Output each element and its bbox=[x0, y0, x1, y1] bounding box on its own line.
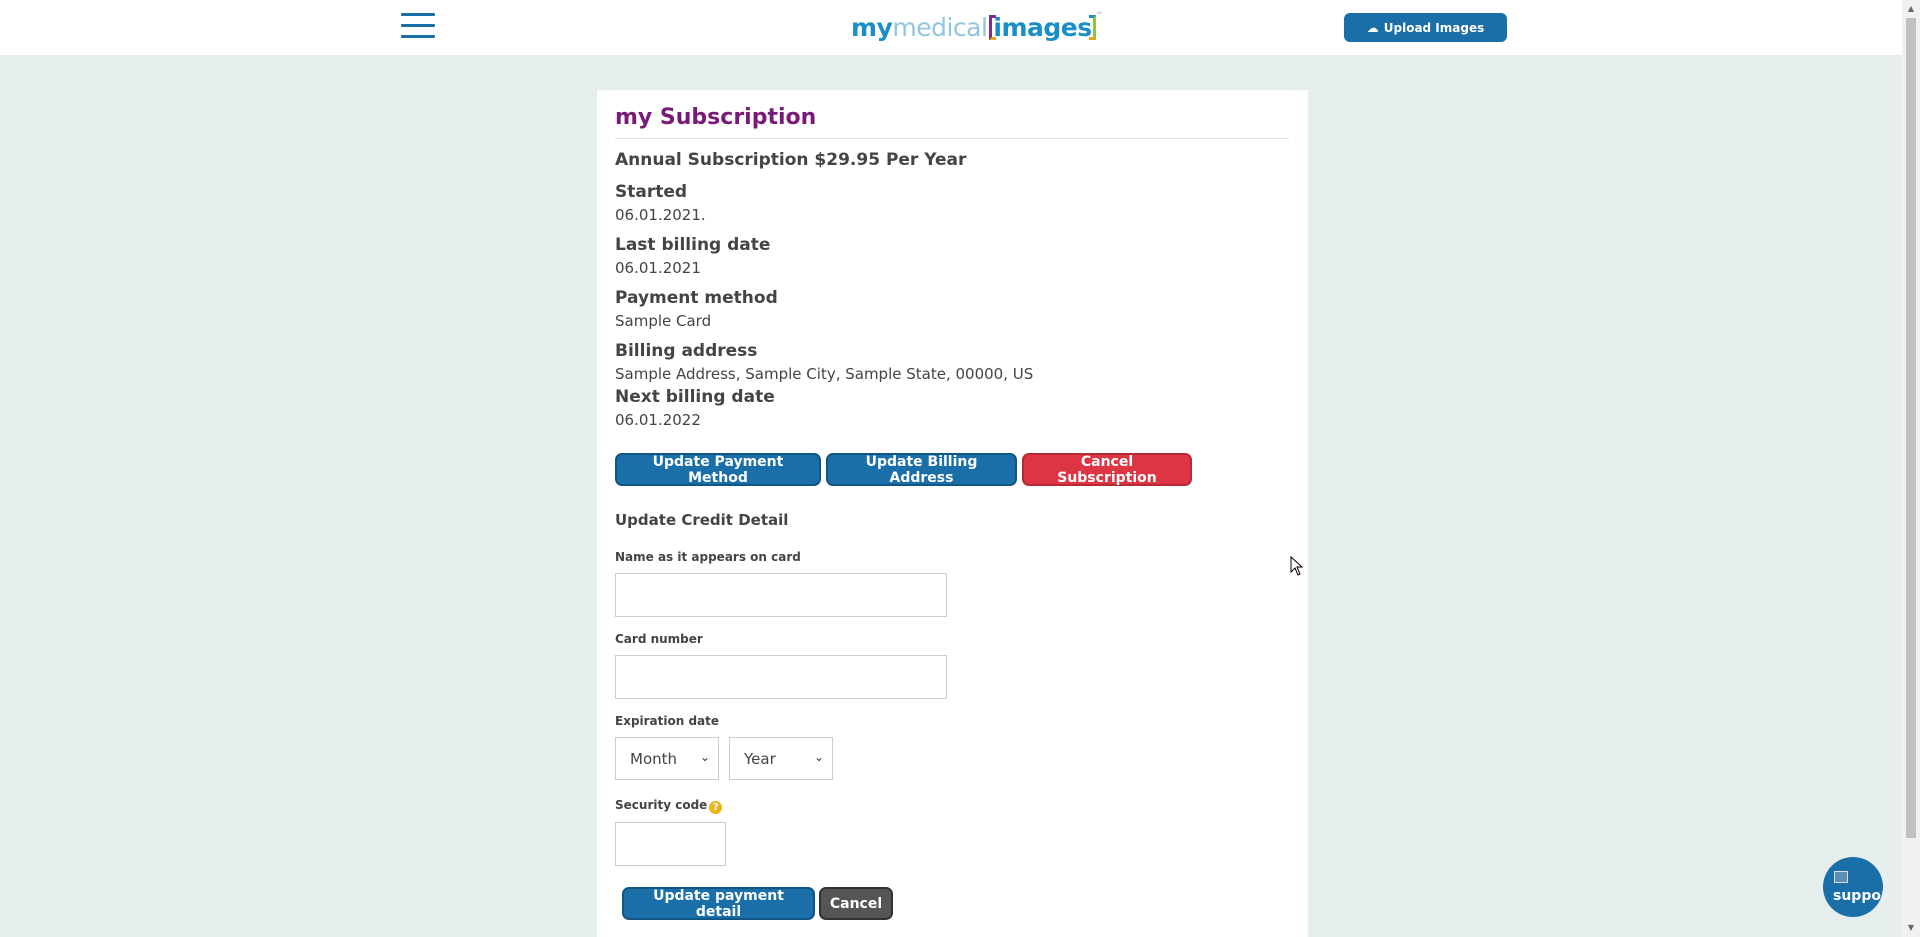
title-divider bbox=[615, 138, 1289, 139]
scroll-up-arrow-icon[interactable]: ▲ bbox=[1902, 2, 1920, 16]
payment-method-label: Payment method bbox=[615, 288, 778, 308]
logo-medical: medical bbox=[892, 12, 988, 42]
cancel-subscription-button[interactable]: Cancel Subscription bbox=[1022, 453, 1192, 486]
started-label: Started bbox=[615, 182, 688, 202]
year-selected-value: Year bbox=[744, 749, 776, 768]
mouse-cursor-icon bbox=[1290, 556, 1304, 576]
upload-images-button[interactable]: ☁ Upload Images bbox=[1344, 13, 1507, 42]
top-header: my medical images ™ ☁ Upload Images bbox=[0, 0, 1902, 55]
update-payment-detail-button[interactable]: Update payment detail bbox=[622, 887, 815, 920]
logo-my: my bbox=[851, 12, 893, 42]
last-billing-value: 06.01.2021 bbox=[615, 259, 701, 277]
menu-icon-bar bbox=[401, 35, 435, 38]
started-value: 06.01.2021. bbox=[615, 206, 706, 224]
card-number-label: Card number bbox=[615, 632, 703, 646]
plan-summary: Annual Subscription $29.95 Per Year bbox=[615, 150, 967, 170]
expiration-month-select[interactable]: Month ⌄ bbox=[615, 737, 719, 780]
expiration-date-label: Expiration date bbox=[615, 714, 720, 728]
update-credit-detail-heading: Update Credit Detail bbox=[615, 511, 789, 529]
support-chat-label: supportc bbox=[1833, 888, 1883, 904]
logo-trademark: ™ bbox=[1095, 11, 1103, 19]
menu-icon-bar bbox=[401, 13, 435, 16]
help-icon[interactable]: ? bbox=[709, 801, 723, 814]
update-billing-address-button[interactable]: Update Billing Address bbox=[826, 453, 1017, 486]
cloud-upload-icon: ☁ bbox=[1366, 20, 1379, 35]
support-chat-button[interactable]: supportc bbox=[1823, 857, 1883, 917]
security-code-label-text: Security code bbox=[615, 798, 708, 812]
chevron-down-icon: ⌄ bbox=[813, 750, 824, 764]
card-name-label: Name as it appears on card bbox=[615, 550, 801, 564]
scroll-thumb[interactable] bbox=[1906, 18, 1916, 838]
logo-images: images bbox=[989, 13, 1096, 42]
billing-address-value: Sample Address, Sample City, Sample Stat… bbox=[615, 365, 1034, 383]
next-billing-label: Next billing date bbox=[615, 387, 775, 407]
last-billing-label: Last billing date bbox=[615, 235, 771, 255]
expiration-year-select[interactable]: Year ⌄ bbox=[729, 737, 833, 780]
card-number-input[interactable] bbox=[615, 655, 947, 699]
billing-address-label: Billing address bbox=[615, 341, 758, 361]
security-code-label: Security code? bbox=[615, 798, 723, 814]
menu-icon-bar bbox=[401, 24, 435, 27]
broken-image-icon bbox=[1834, 871, 1848, 883]
security-code-input[interactable] bbox=[615, 822, 726, 866]
site-logo[interactable]: my medical images ™ bbox=[851, 9, 1103, 45]
cancel-button[interactable]: Cancel bbox=[819, 887, 893, 920]
subscription-card: my Subscription Annual Subscription $29.… bbox=[597, 90, 1308, 937]
chevron-down-icon: ⌄ bbox=[699, 750, 710, 764]
next-billing-value: 06.01.2022 bbox=[615, 411, 701, 429]
scroll-down-arrow-icon[interactable]: ▼ bbox=[1902, 921, 1920, 935]
payment-method-value: Sample Card bbox=[615, 312, 712, 330]
upload-images-label: Upload Images bbox=[1383, 20, 1485, 35]
menu-icon[interactable] bbox=[401, 13, 435, 41]
update-payment-method-button[interactable]: Update Payment Method bbox=[615, 453, 821, 486]
month-selected-value: Month bbox=[630, 749, 678, 768]
page-scrollbar[interactable]: ▲ ▼ bbox=[1902, 0, 1920, 937]
card-name-input[interactable] bbox=[615, 573, 947, 617]
page-title: my Subscription bbox=[615, 105, 817, 130]
